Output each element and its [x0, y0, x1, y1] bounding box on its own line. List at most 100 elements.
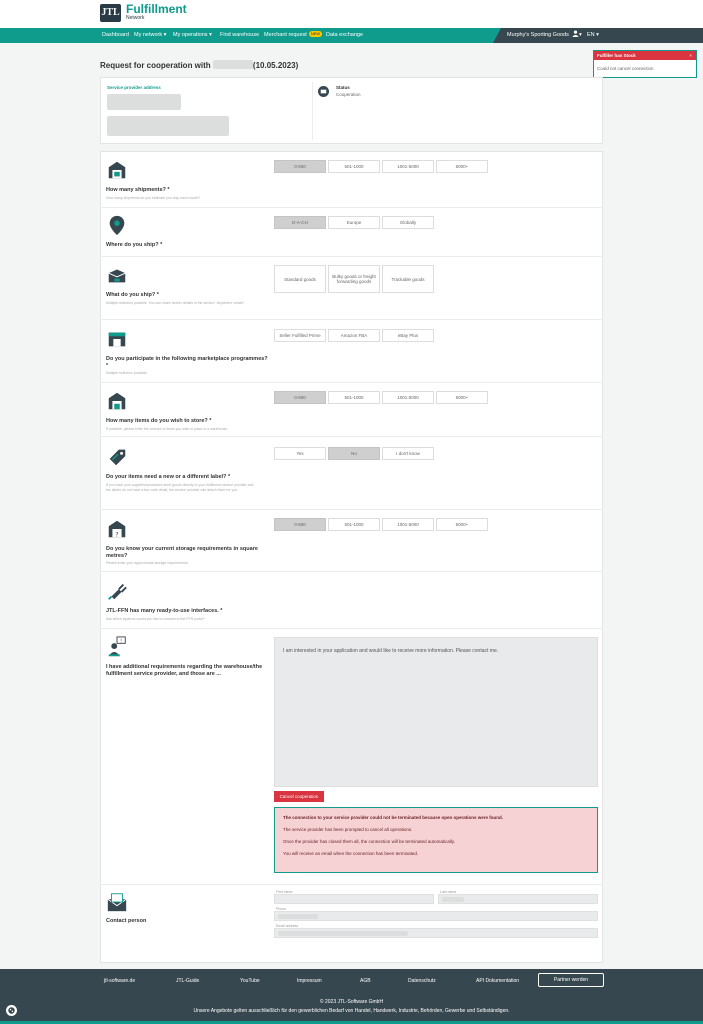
redacted-email [278, 931, 408, 936]
footer-link-jtl-software[interactable]: jtl-software.de [104, 978, 135, 984]
question-5-subtitle: If possible, please enter the amount of … [106, 427, 229, 431]
q7-option-0-500[interactable]: 0-500 [274, 518, 326, 531]
question-4-subtitle: Multiple selection possible. [106, 371, 148, 375]
svg-text:?: ? [115, 530, 118, 538]
toast-title: Fulfiller has Stock [597, 53, 636, 58]
termination-alert: The connection to your service provider … [274, 807, 598, 873]
cancel-cooperation-button[interactable]: Cancel cooperation [274, 791, 324, 802]
nav-data-exchange[interactable]: Data exchange [326, 28, 363, 43]
message-textarea[interactable]: I am interested in your application and … [274, 637, 598, 787]
footer-link-datenschutz[interactable]: Datenschutz [408, 978, 436, 984]
q1-option-1001-5000[interactable]: 1001-5000 [382, 160, 434, 173]
toast-message: Could not cancel connection [597, 66, 654, 71]
nav-find-warehouse[interactable]: Find warehouse [220, 28, 259, 43]
question-2-title: Where do you ship? * [106, 242, 163, 248]
company-switcher[interactable]: Murphy's Sporting Goods [507, 28, 569, 43]
redacted-provider-name [212, 60, 253, 69]
email-field[interactable] [274, 928, 598, 938]
separator [100, 256, 603, 257]
alert-line-3: You will receive an email when the conne… [283, 851, 419, 856]
status-icon [318, 86, 329, 97]
redacted-address [107, 94, 181, 110]
q6-option-dont-know[interactable]: I don't know [382, 447, 434, 460]
q3-option-trackable-goods[interactable]: Trackable goods [382, 265, 434, 293]
q3-option-standard-goods[interactable]: Standard goods [274, 265, 326, 293]
label-tag-icon [109, 449, 126, 466]
footer-link-youtube[interactable]: YouTube [240, 978, 260, 984]
q5-option-0-500[interactable]: 0-500 [274, 391, 326, 404]
nav-dashboard[interactable]: Dashboard [102, 28, 129, 43]
question-7-subtitle: Please enter your approximate storage re… [106, 561, 189, 565]
toast-header: Fulfiller has Stock × [594, 51, 696, 60]
partner-button[interactable]: Partner werden [538, 973, 604, 987]
separator [100, 207, 603, 208]
disclaimer: Unsere Angebote gelten ausschließlich fü… [193, 1008, 510, 1014]
q5-option-501-1000[interactable]: 501-1000 [328, 391, 380, 404]
page-title: Request for cooperation with (10.05.2023… [100, 60, 298, 70]
marketplace-shop-icon [108, 332, 126, 347]
nav-merchant-request-label: Merchant request [264, 32, 307, 38]
q4-option-ebay-plus[interactable]: eBay Plus [382, 329, 434, 342]
redacted-phone [278, 914, 318, 919]
separator [100, 382, 603, 383]
brand-name: Fulfillment [126, 2, 187, 16]
user-menu[interactable]: ▾ [572, 28, 582, 43]
question-1-title: How many shipments? * [106, 187, 170, 193]
q5-option-5000-plus[interactable]: 5000+ [436, 391, 488, 404]
q7-option-1001-5000[interactable]: 1001-5000 [382, 518, 434, 531]
footer-link-api-docs[interactable]: API Dokumentation [476, 978, 519, 984]
provider-address-label: Service provider address [107, 85, 161, 90]
q1-option-0-500[interactable]: 0-500 [274, 160, 326, 173]
q4-option-seller-fulfilled-prime[interactable]: Seller Fulfilled Prime [274, 329, 326, 342]
q1-option-501-1000[interactable]: 501-1000 [328, 160, 380, 173]
new-badge: NEW [308, 31, 323, 37]
footer-link-impressum[interactable]: Impressum [297, 978, 322, 984]
q7-option-5000-plus[interactable]: 5000+ [436, 518, 488, 531]
q5-option-1001-5000[interactable]: 1001-5000 [382, 391, 434, 404]
question-1-subtitle: How many shipments do you estimate you s… [106, 196, 201, 200]
q1-option-5000-plus[interactable]: 5000+ [436, 160, 488, 173]
error-toast: Fulfiller has Stock × Could not cancel c… [593, 50, 697, 78]
person-speech-icon: ! [108, 636, 126, 657]
question-3-title: What do you ship? * [106, 292, 159, 298]
footer-link-jtl-guide[interactable]: JTL-Guide [176, 978, 199, 984]
nav-my-operations[interactable]: My operations ▾ [173, 28, 212, 43]
question-3-subtitle: Multiple selection possible. You can sha… [106, 301, 246, 305]
q2-option-globally[interactable]: Globally [382, 216, 434, 229]
provider-card: Service provider address Status Cooperat… [100, 77, 603, 144]
footer-link-agb[interactable]: AGB [360, 978, 371, 984]
separator [100, 509, 603, 510]
open-box-icon [108, 269, 126, 283]
toast-close-button[interactable]: × [689, 51, 692, 60]
q2-option-europe[interactable]: Europe [328, 216, 380, 229]
language-switcher[interactable]: EN ▾ [587, 28, 599, 43]
q3-option-bulky-goods[interactable]: Bulky goods or freight forwarding goods [328, 265, 380, 293]
question-6-subtitle: If you have your suppliers/producers sen… [106, 483, 254, 492]
nav-my-network[interactable]: My network ▾ [134, 28, 166, 43]
status-label: Status [336, 85, 350, 90]
alert-title: The connection to your service provider … [283, 815, 504, 820]
separator [100, 436, 603, 437]
nav-merchant-request[interactable]: Merchant request NEW [264, 28, 323, 43]
question-8-subtitle: Ask which systems would you like to conn… [106, 617, 205, 621]
user-caret: ▾ [579, 32, 582, 38]
q7-option-501-1000[interactable]: 501-1000 [328, 518, 380, 531]
phone-field[interactable] [274, 911, 598, 921]
question-9-title: I have additional requirements regarding… [106, 664, 263, 677]
cookie-settings-icon[interactable] [6, 1005, 17, 1016]
redacted-address-2 [107, 116, 229, 136]
first-name-field[interactable] [274, 894, 434, 904]
page-title-prefix: Request for cooperation with [100, 61, 211, 70]
q4-option-amazon-fba[interactable]: Amazon FBA [328, 329, 380, 342]
storage-question-icon: ? [108, 520, 126, 538]
user-icon [572, 30, 579, 37]
contact-person-title: Contact person [106, 918, 147, 924]
separator [100, 628, 603, 629]
status-value: Cooperation [336, 92, 361, 97]
q6-option-yes[interactable]: Yes [274, 447, 326, 460]
question-8-title: JTL-FFN has many ready-to-use interfaces… [106, 608, 223, 614]
q2-option-dach[interactable]: D-A-CH [274, 216, 326, 229]
last-name-field[interactable] [438, 894, 598, 904]
jtl-logo[interactable]: JTL [100, 4, 121, 22]
q6-option-no[interactable]: No [328, 447, 380, 460]
